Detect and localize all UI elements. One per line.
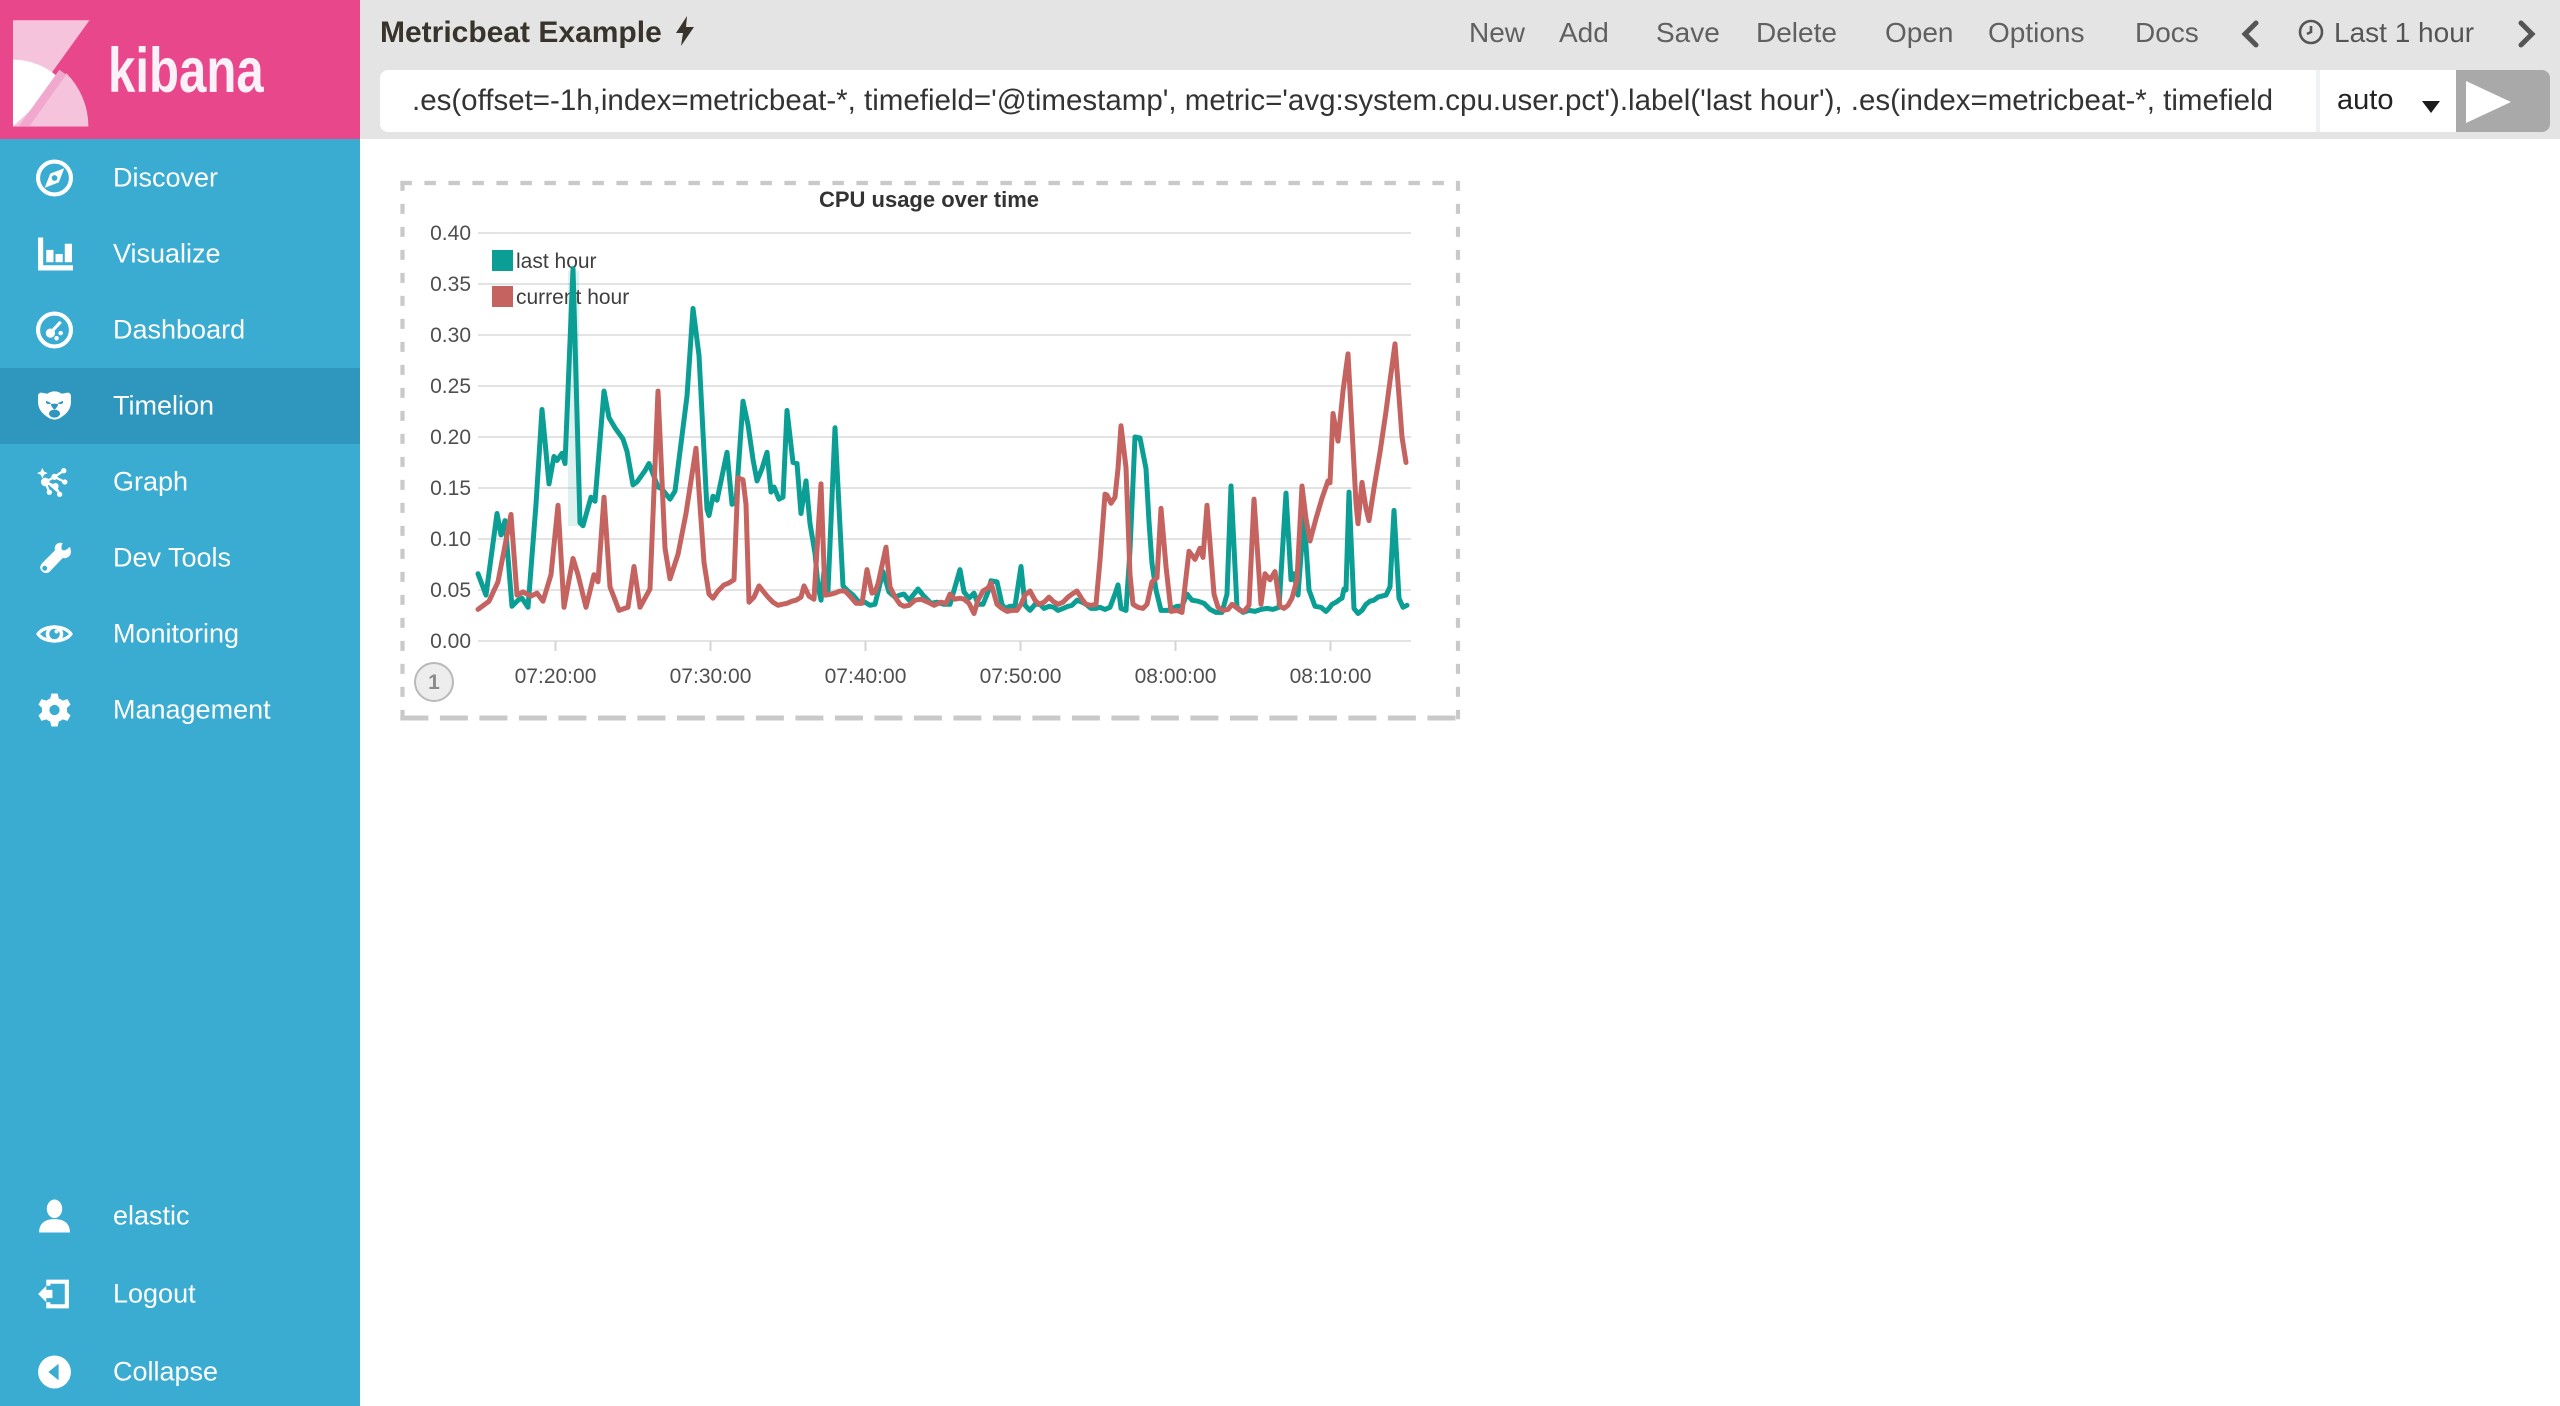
svg-text:0.30: 0.30 bbox=[430, 324, 471, 347]
svg-text:0.20: 0.20 bbox=[430, 426, 471, 449]
svg-text:08:10:00: 08:10:00 bbox=[1290, 665, 1372, 688]
svg-text:0.05: 0.05 bbox=[430, 579, 471, 602]
svg-text:07:20:00: 07:20:00 bbox=[515, 665, 597, 688]
svg-text:0.40: 0.40 bbox=[430, 222, 471, 245]
svg-text:0.25: 0.25 bbox=[430, 375, 471, 398]
svg-text:CPU usage over time: CPU usage over time bbox=[819, 187, 1039, 212]
svg-text:07:50:00: 07:50:00 bbox=[980, 665, 1062, 688]
svg-text:0.35: 0.35 bbox=[430, 273, 471, 296]
svg-text:0.10: 0.10 bbox=[430, 528, 471, 551]
svg-text:08:00:00: 08:00:00 bbox=[1135, 665, 1217, 688]
svg-text:last hour: last hour bbox=[516, 250, 597, 273]
svg-text:0.15: 0.15 bbox=[430, 477, 471, 500]
svg-text:07:30:00: 07:30:00 bbox=[670, 665, 752, 688]
svg-text:07:40:00: 07:40:00 bbox=[825, 665, 907, 688]
svg-text:0.00: 0.00 bbox=[430, 630, 471, 653]
